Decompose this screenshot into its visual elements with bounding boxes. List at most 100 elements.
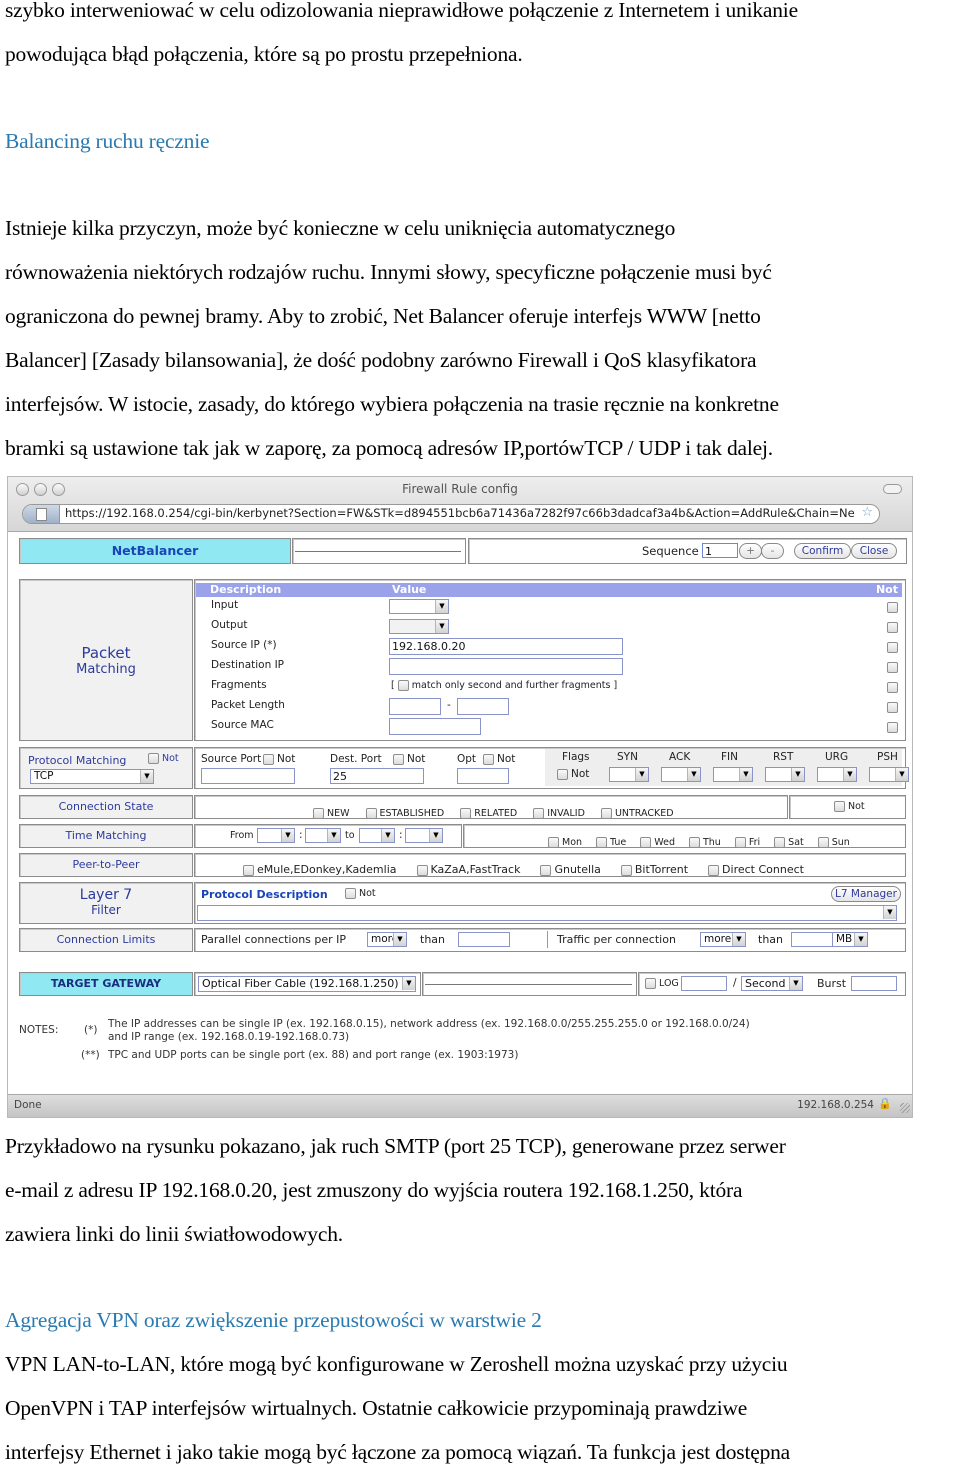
weekday-option: Sat (774, 837, 804, 848)
text-line: VPN LAN-to-LAN, które mogą być konfiguro… (5, 1352, 788, 1376)
connection-state-label: INVALID (547, 808, 585, 819)
p2p-checkbox[interactable] (620, 864, 632, 876)
p2p-label: eMule,EDonkey,Kademlia (257, 863, 397, 876)
packet-length-not-checkbox[interactable] (887, 702, 898, 713)
p2p-label: KaZaA,FastTrack (430, 863, 521, 876)
opt-not-checkbox[interactable] (483, 753, 494, 765)
p2p-checkbox[interactable] (540, 864, 552, 876)
chevron-down-icon: ▼ (435, 620, 448, 633)
weekday-checkbox[interactable] (596, 837, 608, 848)
connection-state-checkbox[interactable] (313, 808, 324, 819)
chevron-down-icon: ▼ (281, 829, 294, 842)
weekday-checkbox[interactable] (734, 837, 746, 848)
packet-length-max-input[interactable] (457, 698, 509, 715)
connection-state-checkbox[interactable] (533, 808, 545, 819)
source-port-not-checkbox[interactable] (263, 753, 274, 765)
target-gateway-select[interactable]: Optical Fiber Cable (192.168.1.250) ▼ (198, 976, 416, 992)
row-label-input: Input (211, 599, 239, 611)
burst-input[interactable] (851, 976, 897, 991)
flags-not-checkbox[interactable] (557, 768, 568, 780)
connection-state-checkbox[interactable] (460, 808, 472, 819)
opt-input[interactable] (457, 768, 509, 784)
connection-state-option: RELATED (460, 808, 517, 819)
output-not-checkbox[interactable] (887, 622, 898, 633)
protocol-not-checkbox[interactable] (148, 753, 159, 764)
p2p-label: Direct Connect (722, 863, 804, 876)
to-hour-select[interactable]: ▼ (359, 828, 395, 843)
from-minute-select[interactable]: ▼ (305, 828, 341, 843)
note-mark-1: (*) (84, 1024, 98, 1036)
gateway-spacer (422, 972, 637, 996)
time-matching-section: Time Matching (19, 824, 193, 848)
destination-ip-input[interactable] (389, 658, 623, 675)
source-ip-input[interactable]: 192.168.0.20 (389, 638, 623, 655)
chevron-down-icon: ▼ (732, 933, 745, 946)
parallel-operator-select[interactable]: more ▼ (367, 932, 407, 947)
flag-select-ack[interactable]: ▼ (661, 767, 701, 782)
traffic-operator-select[interactable]: more ▼ (700, 932, 746, 947)
to-minute-select[interactable]: ▼ (405, 828, 443, 843)
connection-state-label: NEW (327, 808, 350, 819)
chevron-down-icon: ▼ (895, 768, 908, 781)
address-bar[interactable]: https://192.168.0.254/cgi-bin/kerbynet?S… (22, 504, 880, 524)
flag-select-syn[interactable]: ▼ (609, 767, 649, 782)
confirm-button[interactable]: Confirm (794, 543, 851, 559)
source-port-not-option: Not (263, 753, 295, 765)
flag-select-fin[interactable]: ▼ (713, 767, 753, 782)
connection-state-checkbox[interactable] (365, 808, 377, 819)
traffic-value-input[interactable] (791, 932, 833, 947)
connection-state-not-checkbox[interactable] (834, 801, 845, 812)
p2p-option: Direct Connect (708, 863, 804, 876)
flag-select-psh[interactable]: ▼ (869, 767, 909, 782)
flag-select-rst[interactable]: ▼ (765, 767, 805, 782)
weekday-checkbox[interactable] (817, 837, 829, 848)
row-label-fragments: Fragments (211, 679, 267, 691)
connection-state-checkbox[interactable] (600, 808, 612, 819)
text-line: bramki są ustawione tak jak w zaporę, za… (5, 436, 773, 460)
sequence-increment-button[interactable]: + (739, 543, 762, 559)
protocol-select[interactable]: TCP ▼ (30, 769, 154, 784)
rate-unit-select[interactable]: Second ▼ (741, 976, 803, 991)
l7-manager-button[interactable]: L7 Manager (831, 886, 901, 902)
parallel-connections-input[interactable] (458, 932, 510, 947)
sequence-input[interactable]: 1 (702, 543, 738, 558)
site-identity-button[interactable] (23, 505, 60, 523)
source-port-input[interactable] (201, 768, 295, 784)
weekday-checkbox[interactable] (774, 837, 786, 848)
resize-handle[interactable] (900, 1103, 910, 1113)
weekday-checkbox[interactable] (688, 837, 700, 848)
p2p-options: eMule,EDonkey,Kademlia KaZaA,FastTrack Gnu… (194, 853, 906, 877)
log-checkbox[interactable] (645, 978, 656, 989)
toolbar-toggle-button[interactable] (883, 484, 902, 494)
chevron-down-icon: ▼ (140, 770, 153, 783)
dest-port-input[interactable]: 25 (330, 768, 424, 784)
p2p-checkbox[interactable] (243, 864, 254, 876)
layer7-not-checkbox[interactable] (345, 888, 356, 899)
input-interface-select[interactable]: ▼ (389, 599, 449, 614)
input-not-checkbox[interactable] (887, 602, 898, 613)
dest-port-not-checkbox[interactable] (393, 753, 404, 765)
url-text[interactable]: https://192.168.0.254/cgi-bin/kerbynet?S… (65, 506, 855, 520)
layer7-protocol-select[interactable]: ▼ (197, 905, 897, 921)
flags-not-option: Not (557, 768, 589, 780)
destination-ip-not-checkbox[interactable] (887, 662, 898, 673)
bookmark-star-icon[interactable]: ☆ (861, 505, 873, 520)
packet-length-min-input[interactable] (389, 698, 441, 715)
weekday-checkbox[interactable] (548, 837, 559, 848)
source-mac-not-checkbox[interactable] (887, 722, 898, 733)
close-button[interactable]: Close (851, 543, 897, 559)
source-ip-not-checkbox[interactable] (887, 642, 898, 653)
from-hour-select[interactable]: ▼ (257, 828, 295, 843)
source-mac-input[interactable] (389, 718, 481, 735)
weekday-checkbox[interactable] (640, 837, 652, 848)
log-rate-input[interactable] (681, 976, 727, 991)
fragments-checkbox[interactable] (397, 680, 409, 691)
output-interface-select[interactable]: ▼ (389, 619, 449, 634)
fragments-not-checkbox[interactable] (887, 682, 898, 693)
p2p-checkbox[interactable] (416, 864, 428, 876)
sequence-decrement-button[interactable]: - (761, 543, 784, 559)
traffic-unit-select[interactable]: MB ▼ (832, 932, 868, 947)
p2p-checkbox[interactable] (708, 864, 720, 876)
note-1-line-1: The IP addresses can be single IP (ex. 1… (108, 1018, 750, 1030)
flag-select-urg[interactable]: ▼ (817, 767, 857, 782)
